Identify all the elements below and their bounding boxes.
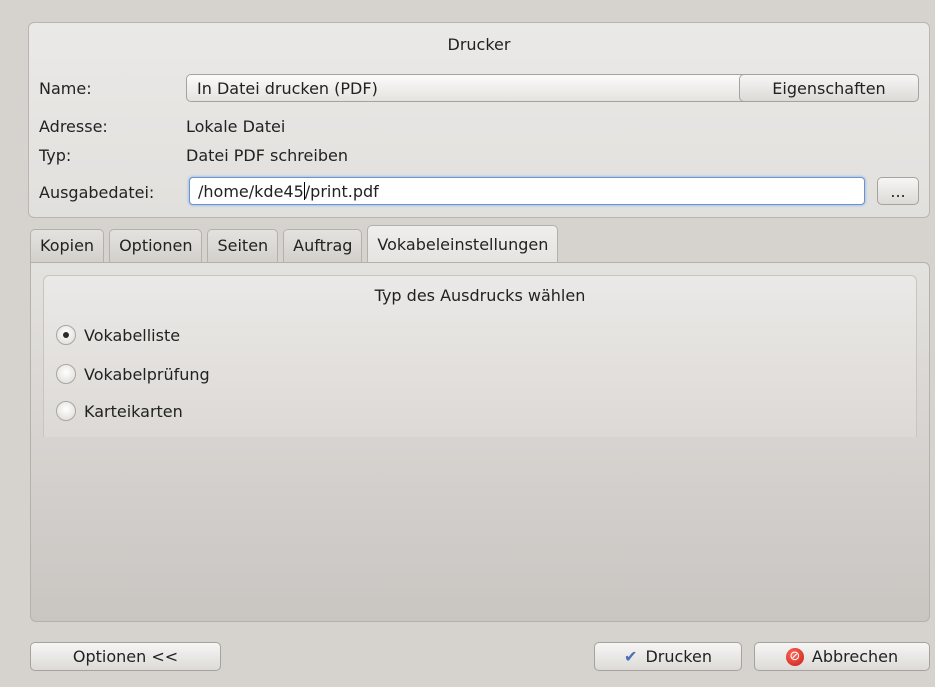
tab-auftrag[interactable]: Auftrag (283, 229, 363, 262)
cancel-button-label: Abbrechen (811, 647, 899, 666)
type-label: Typ: (39, 146, 72, 165)
printer-name-value: In Datei drucken (PDF) (197, 78, 378, 98)
radio-unchecked-icon[interactable] (56, 401, 76, 421)
radio-karteikarten[interactable]: Karteikarten (56, 401, 183, 421)
options-toggle-button[interactable]: Optionen << (30, 642, 221, 671)
checkmark-icon: ✔ (624, 647, 638, 666)
radio-vokabelliste[interactable]: Vokabelliste (56, 325, 180, 345)
output-file-text-after: /print.pdf (304, 181, 379, 201)
printer-group-title: Drucker (447, 35, 511, 54)
address-value: Lokale Datei (186, 117, 286, 136)
radio-checked-icon[interactable] (56, 325, 76, 345)
output-file-input[interactable]: /home/kde45/print.pdf (189, 177, 865, 205)
address-label: Adresse: (39, 117, 108, 136)
printer-name-select[interactable]: In Datei drucken (PDF) ⌵ (186, 74, 761, 102)
radio-label: Vokabelliste (84, 325, 181, 345)
type-value: Datei PDF schreiben (186, 146, 348, 165)
tab-vokabeleinstellungen[interactable]: Vokabeleinstellungen (367, 225, 559, 262)
tab-optionen[interactable]: Optionen (109, 229, 203, 262)
cancel-icon: ⊘ (785, 647, 804, 666)
tab-panel: Typ des Ausdrucks wählen Vokabelliste Vo… (30, 262, 930, 622)
radio-unchecked-icon[interactable] (56, 364, 76, 384)
print-button-label: Drucken (645, 647, 712, 666)
browse-button[interactable]: ... (877, 177, 919, 205)
print-button[interactable]: ✔ Drucken (594, 642, 742, 671)
name-label: Name: (39, 79, 92, 98)
print-type-title: Typ des Ausdrucks wählen (374, 286, 586, 305)
radio-label: Vokabelprüfung (84, 364, 210, 384)
tab-seiten[interactable]: Seiten (207, 229, 279, 262)
output-file-label: Ausgabedatei: (39, 183, 155, 202)
radio-vokabelpruefung[interactable]: Vokabelprüfung (56, 364, 210, 384)
cancel-button[interactable]: ⊘ Abbrechen (754, 642, 930, 671)
radio-label: Karteikarten (84, 401, 183, 421)
tab-kopien[interactable]: Kopien (30, 229, 105, 262)
output-file-text-before: /home/kde45 (198, 181, 304, 201)
tab-bar: Kopien Optionen Seiten Auftrag Vokabelei… (30, 225, 563, 262)
properties-button[interactable]: Eigenschaften (739, 74, 919, 102)
print-type-group: Typ des Ausdrucks wählen Vokabelliste Vo… (43, 275, 917, 437)
